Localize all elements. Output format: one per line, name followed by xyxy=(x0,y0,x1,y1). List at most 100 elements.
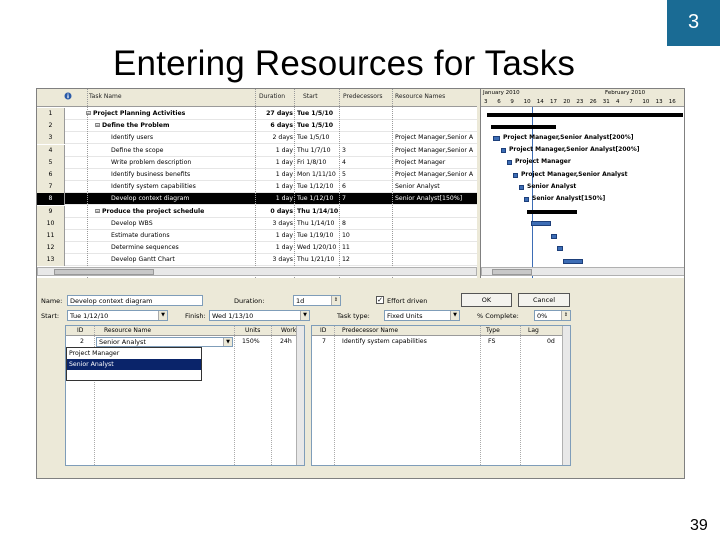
gantt-task-bar[interactable] xyxy=(551,234,557,239)
task-row-predecessors[interactable]: 11 xyxy=(342,244,390,251)
chevron-down-icon[interactable]: ▼ xyxy=(223,338,232,346)
task-row-name[interactable]: Develop Gantt Chart xyxy=(111,256,253,263)
chevron-down-icon[interactable]: ▼ xyxy=(450,311,459,320)
task-row-predecessors[interactable]: 4 xyxy=(342,159,390,166)
task-row-predecessors[interactable]: 3 xyxy=(342,147,390,154)
pred-row-id[interactable]: 7 xyxy=(322,338,326,345)
task-row-id[interactable]: 2 xyxy=(37,120,65,133)
col-resource-names[interactable]: Resource Names xyxy=(395,93,445,100)
dropdown-option-project-manager[interactable]: Project Manager xyxy=(67,348,201,359)
task-row[interactable]: 1 ⊟ Project Planning Activities 27 days Tue … xyxy=(37,108,477,120)
task-row-name[interactable]: Identify system capabilities xyxy=(111,183,253,190)
predecessor-grid-vscrollbar[interactable] xyxy=(562,326,570,465)
task-row[interactable]: 2 ⊟ Define the Problem 6 days Tue 1/5/10 xyxy=(37,120,477,133)
task-row-duration[interactable]: 1 day xyxy=(257,183,293,190)
task-row[interactable]: 4 Define the scope 1 day Thu 1/7/10 3 Project… xyxy=(37,144,477,157)
col-task-name[interactable]: Task Name xyxy=(89,93,122,100)
task-row-id[interactable]: 13 xyxy=(37,254,65,267)
task-row-name[interactable]: Define the scope xyxy=(111,147,253,154)
task-row-predecessors[interactable]: 6 xyxy=(342,183,390,190)
task-row-id[interactable]: 10 xyxy=(37,217,65,230)
finish-field[interactable]: Wed 1/13/10 ▼ xyxy=(209,310,310,321)
task-row-resources[interactable]: Senior Analyst xyxy=(395,183,477,190)
task-row-start[interactable]: Thu 1/21/10 xyxy=(297,256,339,263)
task-row-duration[interactable]: 1 day xyxy=(257,244,293,251)
gantt-task-bar[interactable] xyxy=(531,221,551,226)
task-row-resources[interactable]: Project Manager,Senior A xyxy=(395,171,477,178)
task-row-name[interactable]: Identify users xyxy=(111,134,253,141)
task-row-predecessors[interactable]: 8 xyxy=(342,220,390,227)
gantt-task-bar[interactable] xyxy=(563,259,583,264)
task-row-start[interactable]: Tue 1/5/10 xyxy=(297,110,339,117)
task-row-predecessors[interactable]: 7 xyxy=(342,195,390,202)
task-row-name[interactable]: Define the Problem xyxy=(102,122,253,129)
gantt-task-bar[interactable] xyxy=(493,136,500,141)
task-row-start[interactable]: Tue 1/5/10 xyxy=(297,122,339,129)
task-row[interactable]: 7 Identify system capabilities 1 day Tue 1/… xyxy=(37,181,477,194)
task-row[interactable]: 9 ⊟ Produce the project schedule 0 days Thu … xyxy=(37,205,477,218)
task-row-start[interactable]: Thu 1/14/10 xyxy=(297,208,339,215)
col-start[interactable]: Start xyxy=(303,93,318,100)
pred-row-name[interactable]: Identify system capabilities xyxy=(342,338,427,345)
effort-driven-checkbox[interactable]: ✓ xyxy=(376,296,384,304)
res-row-work[interactable]: 24h xyxy=(280,338,292,345)
task-row-name[interactable]: Develop context diagram xyxy=(111,195,253,202)
task-row-name[interactable]: Estimate durations xyxy=(111,232,253,239)
col-duration[interactable]: Duration xyxy=(259,93,285,100)
task-row-name[interactable]: Project Planning Activities xyxy=(93,110,253,117)
task-row-start[interactable]: Thu 1/14/10 xyxy=(297,220,339,227)
task-type-field[interactable]: Fixed Units ▼ xyxy=(384,310,460,321)
task-row[interactable]: 10 Develop WBS 3 days Thu 1/14/10 8 xyxy=(37,217,477,230)
task-row[interactable]: 6 Identify business benefits 1 day Mon 1/11… xyxy=(37,169,477,181)
name-field[interactable]: Develop context diagram xyxy=(67,295,203,306)
task-row-id[interactable]: 5 xyxy=(37,156,65,169)
task-row[interactable]: 3 Identify users 2 days Tue 1/5/10 Project M… xyxy=(37,132,477,145)
task-row-duration[interactable]: 6 days xyxy=(257,122,293,129)
gantt-task-bar[interactable] xyxy=(507,160,512,165)
task-row-id[interactable]: 7 xyxy=(37,181,65,194)
col-predecessors[interactable]: Predecessors xyxy=(343,93,383,100)
task-row-start[interactable]: Tue 1/19/10 xyxy=(297,232,339,239)
task-table-hscrollbar[interactable] xyxy=(37,267,477,276)
gantt-task-bar[interactable] xyxy=(513,173,518,178)
gantt-task-bar[interactable] xyxy=(557,246,563,251)
task-row-name[interactable]: Determine sequences xyxy=(111,244,253,251)
task-row-start[interactable]: Tue 1/12/10 xyxy=(297,183,339,190)
collapse-icon[interactable]: ⊟ xyxy=(95,122,100,129)
task-row-resources[interactable]: Senior Analyst[150%] xyxy=(395,195,477,202)
task-row-name[interactable]: Produce the project schedule xyxy=(102,208,253,215)
cancel-button[interactable]: Cancel xyxy=(518,293,570,307)
task-row-id[interactable]: 8 xyxy=(37,193,65,206)
task-row-resources[interactable]: Project Manager,Senior A xyxy=(395,147,477,154)
task-row-duration[interactable]: 0 days xyxy=(257,208,293,215)
task-row-start[interactable]: Wed 1/20/10 xyxy=(297,244,339,251)
task-row-predecessors[interactable]: 5 xyxy=(342,171,390,178)
task-row-name[interactable]: Develop WBS xyxy=(111,220,253,227)
gantt-summary-bar[interactable] xyxy=(491,125,556,129)
task-row-start[interactable]: Tue 1/5/10 xyxy=(297,134,339,141)
gantt-summary-bar[interactable] xyxy=(487,113,683,117)
percent-complete-field[interactable]: 0% ⇕ xyxy=(534,310,571,321)
gantt-summary-bar[interactable] xyxy=(527,210,577,214)
start-field[interactable]: Tue 1/12/10 ▼ xyxy=(67,310,168,321)
spin-icon[interactable]: ⇕ xyxy=(331,296,340,305)
task-row-resources[interactable]: Project Manager xyxy=(395,159,477,166)
dropdown-option-senior-analyst[interactable]: Senior Analyst xyxy=(67,359,201,370)
chevron-down-icon[interactable]: ▼ xyxy=(300,311,309,320)
collapse-icon[interactable]: ⊟ xyxy=(95,208,100,215)
gantt-task-bar[interactable] xyxy=(524,197,529,202)
task-row-duration[interactable]: 3 days xyxy=(257,220,293,227)
task-row-id[interactable]: 6 xyxy=(37,169,65,181)
task-row-duration[interactable]: 1 day xyxy=(257,171,293,178)
res-row-units[interactable]: 150% xyxy=(242,338,260,345)
task-row[interactable]: 13 Develop Gantt Chart 3 days Thu 1/21/10 12 xyxy=(37,254,477,267)
task-row-duration[interactable]: 1 day xyxy=(257,159,293,166)
task-row-id[interactable]: 4 xyxy=(37,144,65,157)
task-row-name[interactable]: Identify business benefits xyxy=(111,171,253,178)
task-row[interactable]: 8 Develop context diagram 1 day Tue 1/12/10… xyxy=(37,193,477,206)
gantt-task-bar[interactable] xyxy=(519,185,524,190)
task-row-duration[interactable]: 1 day xyxy=(257,195,293,202)
task-row-duration[interactable]: 1 day xyxy=(257,147,293,154)
res-row-name-select[interactable]: Senior Analyst ▼ xyxy=(96,337,233,347)
task-row-duration[interactable]: 3 days xyxy=(257,256,293,263)
